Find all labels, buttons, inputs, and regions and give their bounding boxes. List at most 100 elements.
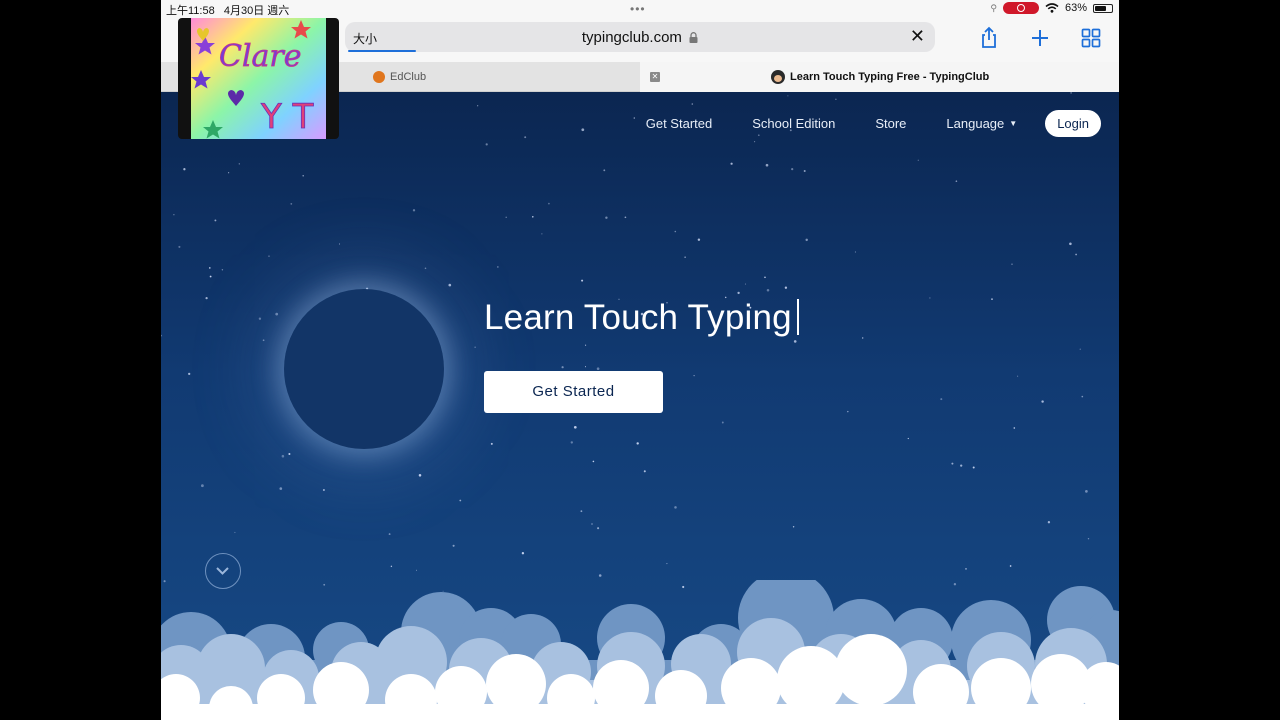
thumbnail-text-bottom: Y T (260, 97, 314, 137)
address-bar[interactable]: 大小 typingclub.com ✕ (345, 22, 935, 52)
lock-icon (689, 32, 698, 43)
tab-close-icon[interactable]: ✕ (650, 72, 660, 82)
star (766, 288, 770, 292)
star (262, 339, 265, 342)
login-button[interactable]: Login (1045, 110, 1101, 137)
thumbnail-text-top: Clare (219, 39, 302, 74)
star (485, 143, 488, 146)
star (448, 283, 452, 287)
nav-language-label: Language (946, 116, 1005, 131)
nav-get-started[interactable]: Get Started (646, 116, 712, 131)
star (605, 216, 608, 219)
star (940, 398, 943, 401)
star (847, 410, 849, 413)
tab-label-edclub: EdClub (390, 71, 427, 83)
star (596, 367, 600, 371)
star (972, 466, 975, 469)
nav-language[interactable]: Language ▼ (946, 116, 1017, 131)
star (929, 297, 931, 299)
new-tab-icon[interactable] (1028, 26, 1052, 50)
clouds-graphic (161, 580, 1119, 720)
star (861, 337, 864, 339)
star (787, 95, 789, 97)
star (805, 238, 808, 242)
typingclub-favicon-icon (771, 70, 785, 84)
star (302, 174, 304, 177)
star (1085, 490, 1088, 493)
star (603, 169, 606, 172)
star (624, 216, 627, 219)
star (221, 269, 224, 271)
star (474, 346, 476, 348)
star (238, 163, 240, 165)
star (275, 312, 279, 316)
star (532, 216, 534, 218)
star (764, 276, 766, 279)
star (1017, 375, 1019, 377)
status-time-date: 上午11:58 4月30日 週六 (166, 2, 289, 18)
url-display[interactable]: typingclub.com (345, 29, 935, 46)
star (597, 527, 600, 530)
get-started-button[interactable]: Get Started (484, 371, 663, 413)
star (744, 283, 747, 285)
orientation-lock-icon: ⚲ (990, 2, 997, 13)
star (214, 219, 217, 222)
star (803, 170, 806, 172)
star (598, 574, 602, 577)
star (338, 243, 341, 245)
star (697, 238, 701, 241)
star (183, 168, 186, 171)
star (666, 563, 668, 565)
star (1041, 400, 1044, 403)
nav-store[interactable]: Store (875, 116, 906, 131)
star (1069, 242, 1072, 246)
tab-overview-icon[interactable] (1079, 26, 1103, 50)
star (1079, 348, 1081, 350)
star (721, 421, 724, 424)
star (505, 216, 507, 219)
star (955, 180, 958, 183)
star (1009, 565, 1012, 567)
star (584, 366, 587, 368)
star (1070, 92, 1072, 94)
star (201, 484, 204, 488)
nav-school-edition[interactable]: School Edition (752, 116, 835, 131)
star (792, 526, 795, 528)
star (279, 487, 283, 490)
star (412, 209, 416, 212)
screen-recording-icon[interactable] (1002, 2, 1039, 14)
star (521, 552, 525, 555)
star (1081, 395, 1084, 398)
star (580, 510, 583, 513)
star (390, 565, 393, 568)
star (424, 267, 427, 270)
tab-typingclub[interactable]: ✕ Learn Touch Typing Free - TypingClub (640, 62, 1119, 92)
star (951, 462, 954, 465)
star (290, 202, 293, 205)
star (234, 531, 236, 534)
star (477, 105, 479, 107)
status-time: 上午11:58 (166, 5, 215, 17)
star (960, 464, 963, 467)
star (281, 454, 285, 458)
multitasking-dots-icon[interactable]: ••• (630, 3, 646, 15)
star (737, 291, 740, 295)
share-icon[interactable] (977, 26, 1001, 50)
star (793, 340, 797, 343)
star (691, 103, 694, 105)
star (636, 442, 639, 445)
star (730, 162, 733, 165)
close-icon[interactable]: ✕ (910, 26, 925, 47)
star (388, 533, 391, 536)
rainbow-doodle-image: Clare Y T (191, 18, 326, 139)
page-load-progress (348, 50, 416, 52)
star (415, 569, 418, 571)
star (573, 425, 577, 429)
star (161, 334, 163, 337)
star (452, 544, 455, 547)
star (178, 245, 181, 248)
caret-down-icon: ▼ (1009, 119, 1018, 128)
star (585, 344, 587, 346)
star (1075, 253, 1077, 256)
star (541, 233, 543, 235)
